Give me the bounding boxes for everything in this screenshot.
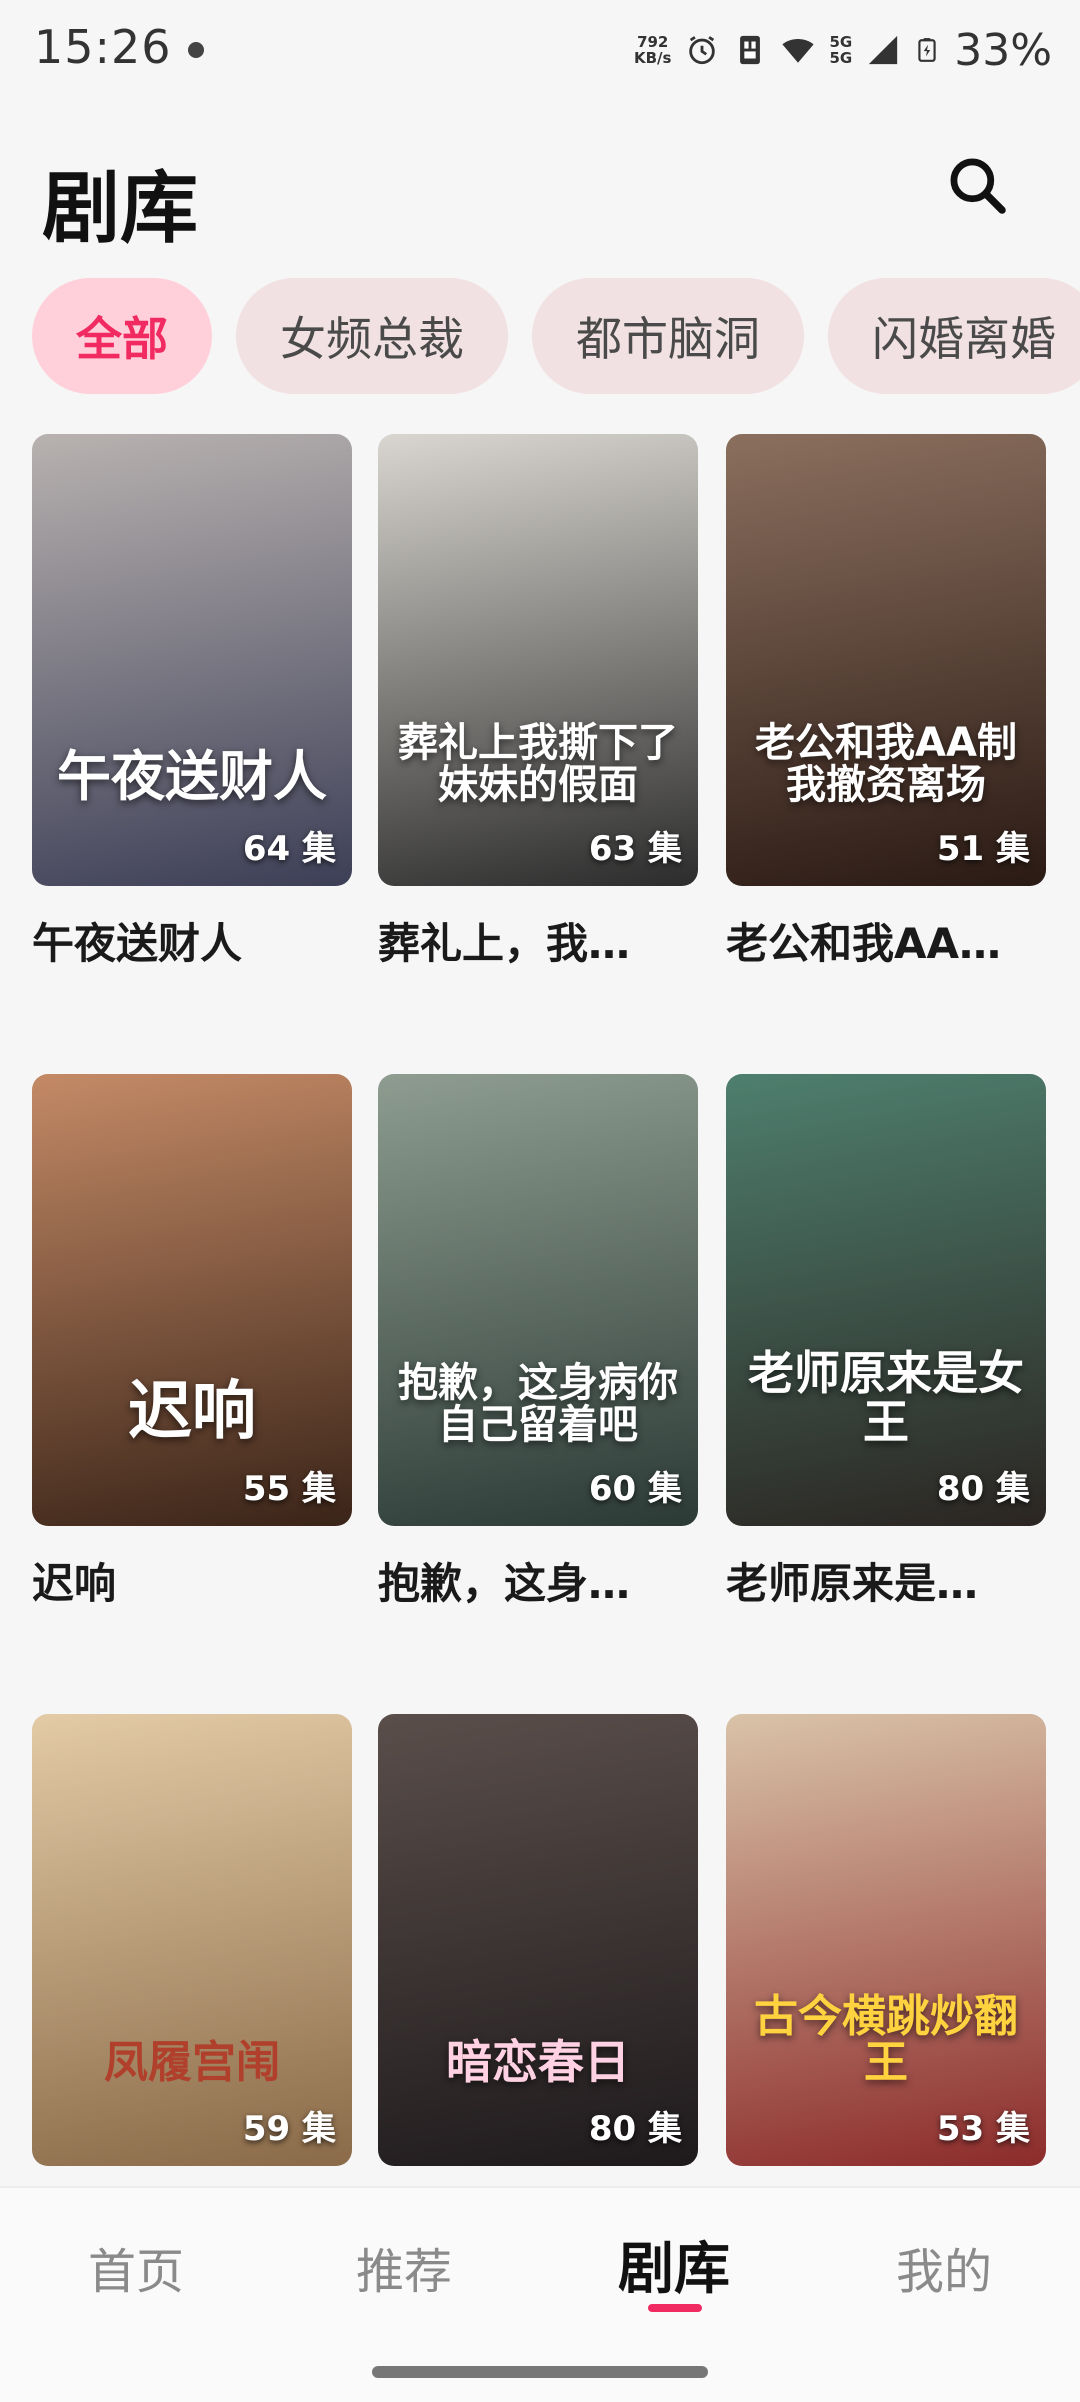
poster-title: 迟响	[128, 1374, 256, 1449]
chip-urban-fantasy[interactable]: 都市脑洞	[532, 278, 804, 394]
poster-title: 老师原来是女王	[748, 1346, 1024, 1449]
drama-poster[interactable]: 暗恋春日 80 集	[378, 1714, 698, 2166]
search-icon[interactable]	[944, 152, 1012, 220]
network-type: 5G 5G	[829, 34, 852, 66]
drama-poster[interactable]: 老公和我AA制 我撤资离场 51 集	[726, 434, 1046, 886]
episode-count: 63 集	[588, 829, 682, 869]
drama-poster[interactable]: 老师原来是女王 80 集	[726, 1074, 1046, 1526]
nav-home[interactable]: 首页	[36, 2232, 236, 2302]
chip-ceo-romance[interactable]: 女频总裁	[236, 278, 508, 394]
episode-count: 53 集	[936, 2109, 1030, 2149]
page-title: 剧库	[42, 164, 199, 254]
wifi-icon	[782, 39, 815, 63]
drama-title[interactable]: 午夜送财人	[32, 910, 352, 971]
episode-count: 59 集	[242, 2109, 336, 2149]
drama-poster[interactable]: 凤履宫闱 59 集	[32, 1714, 352, 2166]
status-time: 15:26	[34, 20, 172, 74]
episode-count: 64 集	[242, 829, 336, 869]
drama-title[interactable]: 老师原来是…	[726, 1550, 1046, 1611]
drama-card[interactable]: 抱歉，这身病你自己留着吧 60 集 抱歉，这身…	[378, 1074, 698, 1611]
alarm-icon	[689, 36, 716, 65]
drama-title[interactable]: 迟响	[32, 1550, 352, 1611]
drama-card[interactable]: 凤履宫闱 59 集	[32, 1714, 352, 2166]
poster-title: 古今横跳炒翻王	[754, 1990, 1018, 2088]
drama-card[interactable]: 古今横跳炒翻王 53 集	[726, 1714, 1046, 2166]
drama-poster[interactable]: 抱歉，这身病你自己留着吧 60 集	[378, 1074, 698, 1526]
chip-all[interactable]: 全部	[32, 278, 212, 394]
network-speed: 792 KB/s	[634, 34, 671, 66]
drama-card[interactable]: 迟响 55 集 迟响	[32, 1074, 352, 1611]
status-icons: 792 KB/s 5G 5G 33%	[634, 22, 1052, 78]
nav-library[interactable]: 剧库	[574, 2224, 774, 2305]
home-indicator[interactable]	[372, 2366, 708, 2378]
drama-poster[interactable]: 古今横跳炒翻王 53 集	[726, 1714, 1046, 2166]
active-tab-indicator	[648, 2304, 702, 2312]
battery-percent: 33%	[954, 24, 1052, 76]
drama-poster[interactable]: 迟响 55 集	[32, 1074, 352, 1526]
episode-count: 51 集	[936, 829, 1030, 869]
drama-card[interactable]: 午夜送财人 64 集 午夜送财人	[32, 434, 352, 971]
drama-title[interactable]: 老公和我AA…	[726, 910, 1046, 971]
drama-card[interactable]: 老公和我AA制 我撤资离场 51 集 老公和我AA…	[726, 434, 1046, 971]
poster-title: 葬礼上我撕下了妹妹的假面	[398, 720, 678, 808]
episode-count: 60 集	[588, 1469, 682, 1509]
chip-flash-marriage[interactable]: 闪婚离婚	[828, 278, 1080, 394]
poster-title: 午夜送财人	[57, 745, 327, 809]
episode-count: 55 集	[242, 1469, 336, 1509]
nav-recommend[interactable]: 推荐	[304, 2232, 504, 2302]
drama-card[interactable]: 葬礼上我撕下了妹妹的假面 63 集 葬礼上，我…	[378, 434, 698, 971]
drama-card[interactable]: 暗恋春日 80 集	[378, 1714, 698, 2166]
drama-title[interactable]: 抱歉，这身…	[378, 1550, 698, 1611]
poster-title: 老公和我AA制 我撤资离场	[755, 720, 1017, 808]
drama-card[interactable]: 老师原来是女王 80 集 老师原来是…	[726, 1074, 1046, 1611]
notification-dot-icon	[188, 42, 204, 58]
episode-count: 80 集	[936, 1469, 1030, 1509]
drama-poster[interactable]: 葬礼上我撕下了妹妹的假面 63 集	[378, 434, 698, 886]
net-speed-value: 792	[637, 33, 669, 51]
signal-icon	[869, 35, 898, 65]
network-type-1: 5G	[829, 33, 853, 51]
network-type-2: 5G	[829, 49, 853, 67]
drama-poster[interactable]: 午夜送财人 64 集	[32, 434, 352, 886]
net-speed-unit: KB/s	[633, 49, 672, 67]
sim-icon	[740, 35, 761, 65]
poster-title: 凤履宫闱	[104, 2036, 280, 2088]
poster-title: 抱歉，这身病你自己留着吧	[398, 1360, 678, 1448]
nav-mine[interactable]: 我的	[844, 2232, 1044, 2302]
status-bar: 15:26 792 KB/s 5G 5G 33%	[0, 0, 1080, 100]
battery-icon	[918, 38, 936, 62]
category-chips: 全部 女频总裁 都市脑洞 闪婚离婚	[32, 278, 1080, 398]
poster-title: 暗恋春日	[446, 2034, 630, 2089]
episode-count: 80 集	[588, 2109, 682, 2149]
drama-title[interactable]: 葬礼上，我…	[378, 910, 698, 971]
